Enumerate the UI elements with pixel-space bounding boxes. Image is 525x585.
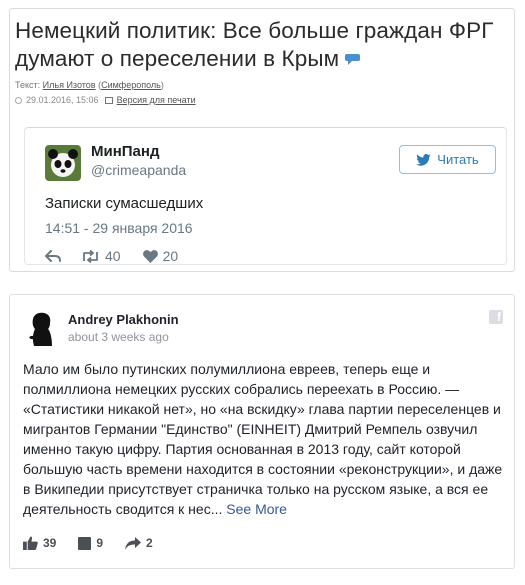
follow-label: Читать xyxy=(437,152,479,167)
tweet-author-name[interactable]: МинПанд xyxy=(91,143,159,160)
follow-button[interactable]: Читать xyxy=(399,145,496,174)
reply-icon xyxy=(45,250,61,262)
thumbs-up-icon xyxy=(23,536,38,550)
facebook-comment-card: Andrey Plakhonin about 3 weeks ago f Мал… xyxy=(9,294,515,569)
clock-icon xyxy=(15,96,22,104)
see-more-link[interactable]: See More xyxy=(226,501,287,517)
tweet-text: Записки сумасшедших xyxy=(45,195,204,212)
avatar[interactable] xyxy=(23,311,59,347)
like-count: 20 xyxy=(162,248,179,264)
article-date: 29.01.2016, 15:06 xyxy=(26,95,99,105)
heart-icon xyxy=(142,249,158,263)
share-button[interactable]: 2 xyxy=(125,536,153,550)
print-icon xyxy=(104,96,113,104)
tweet-handle[interactable]: @crimeapanda xyxy=(91,162,186,178)
twitter-bird-icon xyxy=(416,153,431,166)
retweet-icon xyxy=(83,249,98,263)
like-count: 39 xyxy=(43,536,57,550)
like-button[interactable]: 20 xyxy=(142,248,179,264)
like-button[interactable]: 39 xyxy=(23,536,56,550)
article-card: Немецкий политик: Все больше граждан ФРГ… xyxy=(9,8,515,272)
reply-button[interactable] xyxy=(45,250,61,262)
tweet-actions: 40 20 xyxy=(45,248,178,264)
comment-icon xyxy=(78,536,92,550)
print-version-link[interactable]: Версия для печати xyxy=(117,95,196,105)
comment-text: Мало им было путинских полумиллиона евре… xyxy=(23,359,505,519)
comment-time[interactable]: about 3 weeks ago xyxy=(68,330,169,344)
article-meta: 29.01.2016, 15:06 Версия для печати xyxy=(15,95,196,105)
tweet-timestamp[interactable]: 14:51 - 29 января 2016 xyxy=(45,220,193,236)
share-count: 2 xyxy=(146,536,153,550)
byline-label: Текст: xyxy=(15,80,43,90)
embedded-tweet: МинПанд @crimeapanda Читать Записки сума… xyxy=(24,127,507,265)
headline-text: Немецкий политик: Все больше граждан ФРГ… xyxy=(15,18,494,71)
share-icon xyxy=(125,536,142,550)
comment-actions: 39 9 2 xyxy=(23,536,175,550)
facebook-icon[interactable]: f xyxy=(489,310,503,324)
article-byline: Текст: Илья Изотов (Симферополь) xyxy=(15,80,164,90)
article-headline: Немецкий политик: Все больше граждан ФРГ… xyxy=(15,17,507,73)
comment-icon[interactable] xyxy=(345,54,361,65)
comments-button[interactable]: 9 xyxy=(78,536,103,550)
retweet-count: 40 xyxy=(105,248,121,264)
comment-author-name[interactable]: Andrey Plakhonin xyxy=(68,312,179,327)
avatar[interactable] xyxy=(45,145,81,181)
comment-count: 9 xyxy=(96,536,104,550)
comment-body: Мало им было путинских полумиллиона евре… xyxy=(23,361,503,517)
retweet-button[interactable]: 40 xyxy=(81,248,121,264)
author-link[interactable]: Илья Изотов xyxy=(43,80,96,90)
city-link[interactable]: Симферополь xyxy=(101,80,161,90)
